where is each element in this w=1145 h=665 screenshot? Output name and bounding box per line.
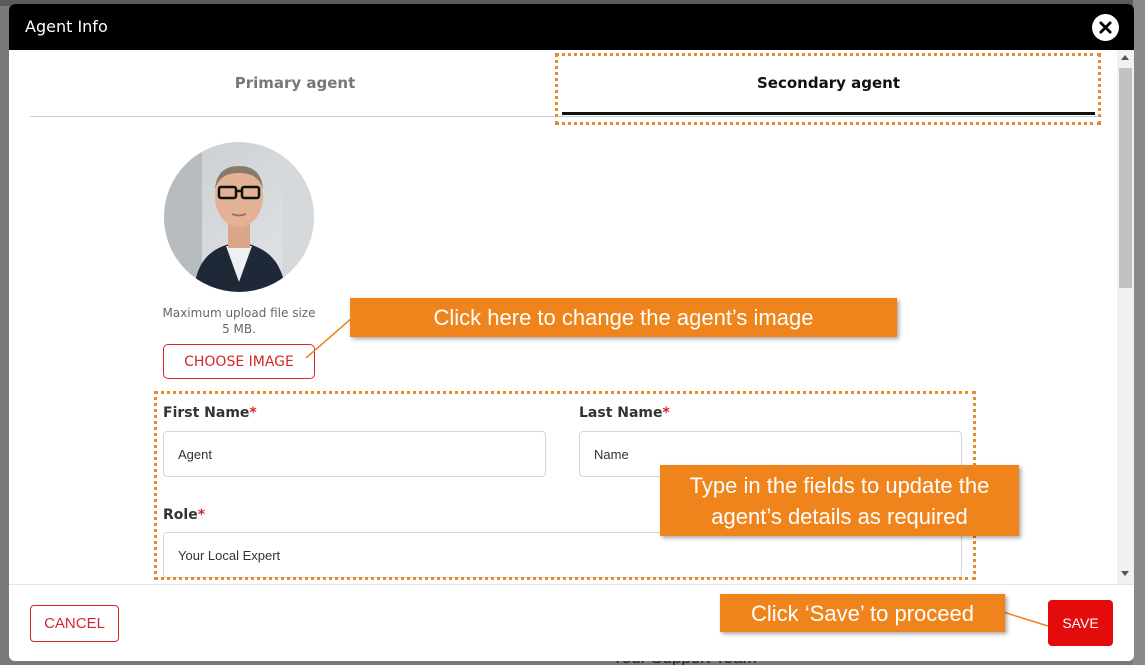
background-edge bbox=[1133, 0, 1145, 665]
save-callout: Click ‘Save’ to proceed bbox=[720, 594, 1005, 632]
save-button[interactable]: SAVE bbox=[1048, 600, 1113, 646]
scroll-thumb[interactable] bbox=[1119, 68, 1132, 288]
fields-callout: Type in the fields to update the agent’s… bbox=[660, 465, 1019, 536]
fields-callout-line-1: Type in the fields to update the bbox=[689, 472, 990, 498]
secondary-tab-highlight bbox=[555, 53, 1101, 125]
close-icon bbox=[1099, 21, 1112, 34]
image-callout: Click here to change the agent’s image bbox=[350, 298, 897, 337]
fields-callout-line-2: agent’s details as required bbox=[711, 503, 968, 529]
scroll-up-arrow-icon[interactable] bbox=[1121, 55, 1129, 60]
content-scrollbar[interactable] bbox=[1117, 50, 1134, 584]
close-button[interactable] bbox=[1092, 14, 1119, 41]
agent-avatar bbox=[164, 142, 314, 292]
cancel-button[interactable]: CANCEL bbox=[30, 605, 119, 642]
upload-note-line-1: Maximum upload file size bbox=[162, 306, 316, 320]
tab-primary-agent[interactable]: Primary agent bbox=[30, 50, 560, 116]
modal-header: Agent Info bbox=[9, 4, 1134, 50]
choose-image-button[interactable]: CHOOSE IMAGE bbox=[163, 344, 315, 379]
modal-title: Agent Info bbox=[25, 17, 108, 36]
upload-note-line-2: 5 MB. bbox=[222, 322, 256, 336]
scroll-down-arrow-icon[interactable] bbox=[1121, 571, 1129, 576]
upload-size-note: Maximum upload file size 5 MB. bbox=[159, 305, 319, 337]
